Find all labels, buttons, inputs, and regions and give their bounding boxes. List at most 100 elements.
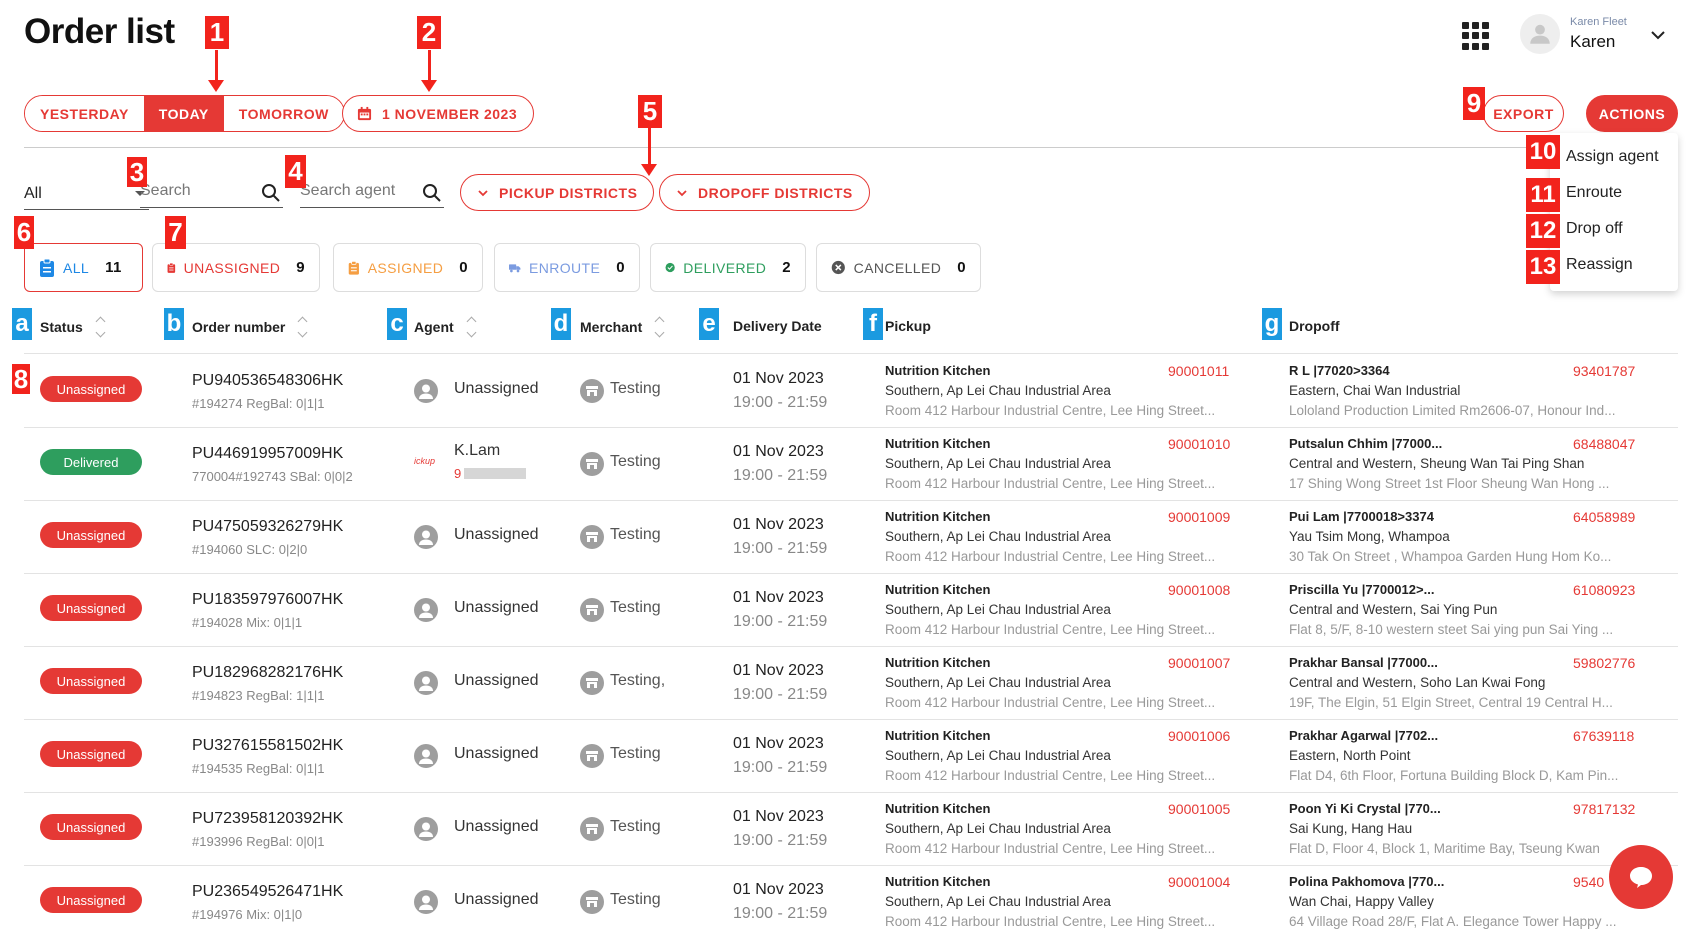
pickup-phone: 90001010 [1168,436,1231,452]
table-row[interactable]: Unassigned PU182968282176HK #194823 RegBal… [0,647,1692,720]
table-row[interactable]: Delivered PU446919957009HK 770004#192743 S… [0,428,1692,501]
status-badge: Unassigned [40,741,142,767]
dropoff-phone: 61080923 [1573,582,1636,598]
header-order-number[interactable]: Order number [192,316,308,338]
pickup-name: Nutrition Kitchen [885,509,991,524]
status-card-delivered[interactable]: DELIVERED 2 [650,243,806,292]
order-number[interactable]: PU183597976007HK [192,591,343,609]
agent-name[interactable]: Unassigned [454,745,539,763]
table-row[interactable]: Unassigned PU723958120392HK #193996 RegBal… [0,793,1692,866]
agent-name[interactable]: Unassigned [454,526,539,544]
sort-icon[interactable] [297,316,308,338]
search-icon[interactable] [261,183,281,203]
tab-tomorrow[interactable]: TOMORROW [223,96,344,131]
tab-yesterday[interactable]: YESTERDAY [25,96,144,131]
table-row[interactable]: Unassigned PU940536548306HK #194274 RegBal… [0,355,1692,428]
delivery-date: 01 Nov 2023 [733,370,824,387]
pickup-area: Southern, Ap Lei Chau Industrial Area [885,383,1111,398]
order-number[interactable]: PU940536548306HK [192,372,343,390]
agent-name[interactable]: Unassigned [454,599,539,617]
agent-name[interactable]: Unassigned [454,672,539,690]
date-label: 1 NOVEMBER 2023 [382,105,518,122]
user-name[interactable]: Karen [1570,32,1615,52]
status-card-assigned[interactable]: ASSIGNED 0 [333,243,483,292]
tab-today[interactable]: TODAY [143,96,224,131]
pickup-area: Southern, Ap Lei Chau Industrial Area [885,748,1111,763]
chevron-down-icon[interactable] [1650,28,1666,46]
dropoff-area: Central and Western, Soho Lan Kwai Fong [1289,675,1546,690]
header-pickup: Pickup [885,318,931,334]
header-status[interactable]: Status [40,316,106,338]
table-row[interactable]: Unassigned PU327615581502HK #194535 RegBal… [0,720,1692,793]
person-icon [414,525,438,549]
order-number[interactable]: PU475059326279HK [192,518,343,536]
status-card-all[interactable]: ALL 11 [24,243,143,292]
agent-search-field[interactable] [300,180,444,208]
agent-name[interactable]: Unassigned [454,891,539,909]
search-field[interactable] [140,180,283,208]
clipboard-icon [348,260,359,275]
dropoff-name: R L |77020>3364 [1289,363,1390,378]
sort-icon[interactable] [654,316,665,338]
annotation-number: 2 [417,16,441,49]
store-icon [580,452,604,476]
pickup-area: Southern, Ap Lei Chau Industrial Area [885,821,1111,836]
chat-button[interactable] [1609,845,1673,909]
status-card-count: 0 [459,259,468,276]
order-number[interactable]: PU723958120392HK [192,810,343,828]
header-merchant[interactable]: Merchant [580,316,665,338]
user-avatar[interactable] [1520,14,1560,54]
status-badge: Unassigned [40,376,142,402]
annotation-number: 6 [14,216,34,249]
delivery-date: 01 Nov 2023 [733,808,824,825]
actions-menu: Assign agent Enroute Drop off Reassign [1550,133,1678,291]
search-icon[interactable] [422,183,442,203]
pickup-phone: 90001004 [1168,874,1231,890]
date-picker-button[interactable]: 1 NOVEMBER 2023 [342,95,535,132]
table-row[interactable]: Unassigned PU183597976007HK #194028 Mix: 0… [0,574,1692,647]
export-button[interactable]: EXPORT [1483,95,1564,132]
pickup-address: Room 412 Harbour Industrial Centre, Lee … [885,695,1216,710]
agent-name[interactable]: Unassigned [454,380,539,398]
order-number[interactable]: PU182968282176HK [192,664,343,682]
person-icon [1530,24,1550,44]
store-icon [580,525,604,549]
table-row[interactable]: Unassigned PU236549526471HK #194976 Mix: 0… [0,866,1692,929]
sort-icon[interactable] [95,316,106,338]
order-number[interactable]: PU236549526471HK [192,883,343,901]
annotation-number: 3 [127,157,147,187]
menu-item-reassign[interactable]: Reassign [1566,256,1633,274]
order-number[interactable]: PU327615581502HK [192,737,343,755]
status-card-enroute[interactable]: ENROUTE 0 [494,243,640,292]
table-row[interactable]: Unassigned PU475059326279HK #194060 SLC: 0… [0,501,1692,574]
dropoff-phone: 67639118 [1573,728,1635,744]
delivery-time: 19:00 - 21:59 [733,832,828,849]
sort-icon[interactable] [466,316,477,338]
menu-item-assign-agent[interactable]: Assign agent [1566,148,1659,166]
status-card-unassigned[interactable]: UNASSIGNED 9 [152,243,320,292]
pickup-area: Southern, Ap Lei Chau Industrial Area [885,675,1111,690]
delivery-time: 19:00 - 21:59 [733,613,828,630]
pickup-address: Room 412 Harbour Industrial Centre, Lee … [885,768,1216,783]
delivery-date: 01 Nov 2023 [733,735,824,752]
menu-item-enroute[interactable]: Enroute [1566,184,1622,202]
actions-button[interactable]: ACTIONS [1586,95,1678,132]
order-subtext: #194274 RegBal: 0|1|1 [192,396,325,411]
apps-grid-icon[interactable] [1462,22,1490,50]
agent-name[interactable]: K.Lam [454,442,500,460]
agent-name[interactable]: Unassigned [454,818,539,836]
order-number[interactable]: PU446919957009HK [192,445,343,463]
annotation-arrow [421,50,437,92]
pickup-districts-button[interactable]: PICKUP DISTRICTS [460,174,655,211]
menu-item-drop-off[interactable]: Drop off [1566,220,1623,238]
store-icon [580,379,604,403]
status-card-cancelled[interactable]: CANCELLED 0 [816,243,981,292]
dropoff-districts-button[interactable]: DROPOFF DISTRICTS [659,174,870,211]
store-icon [580,671,604,695]
pickup-name: Nutrition Kitchen [885,436,991,451]
pickup-address: Room 412 Harbour Industrial Centre, Lee … [885,476,1216,491]
annotation-letter: d [551,308,571,340]
annotation-number: 1 [205,16,229,49]
pickup-area: Southern, Ap Lei Chau Industrial Area [885,894,1111,909]
header-agent[interactable]: Agent [414,316,477,338]
